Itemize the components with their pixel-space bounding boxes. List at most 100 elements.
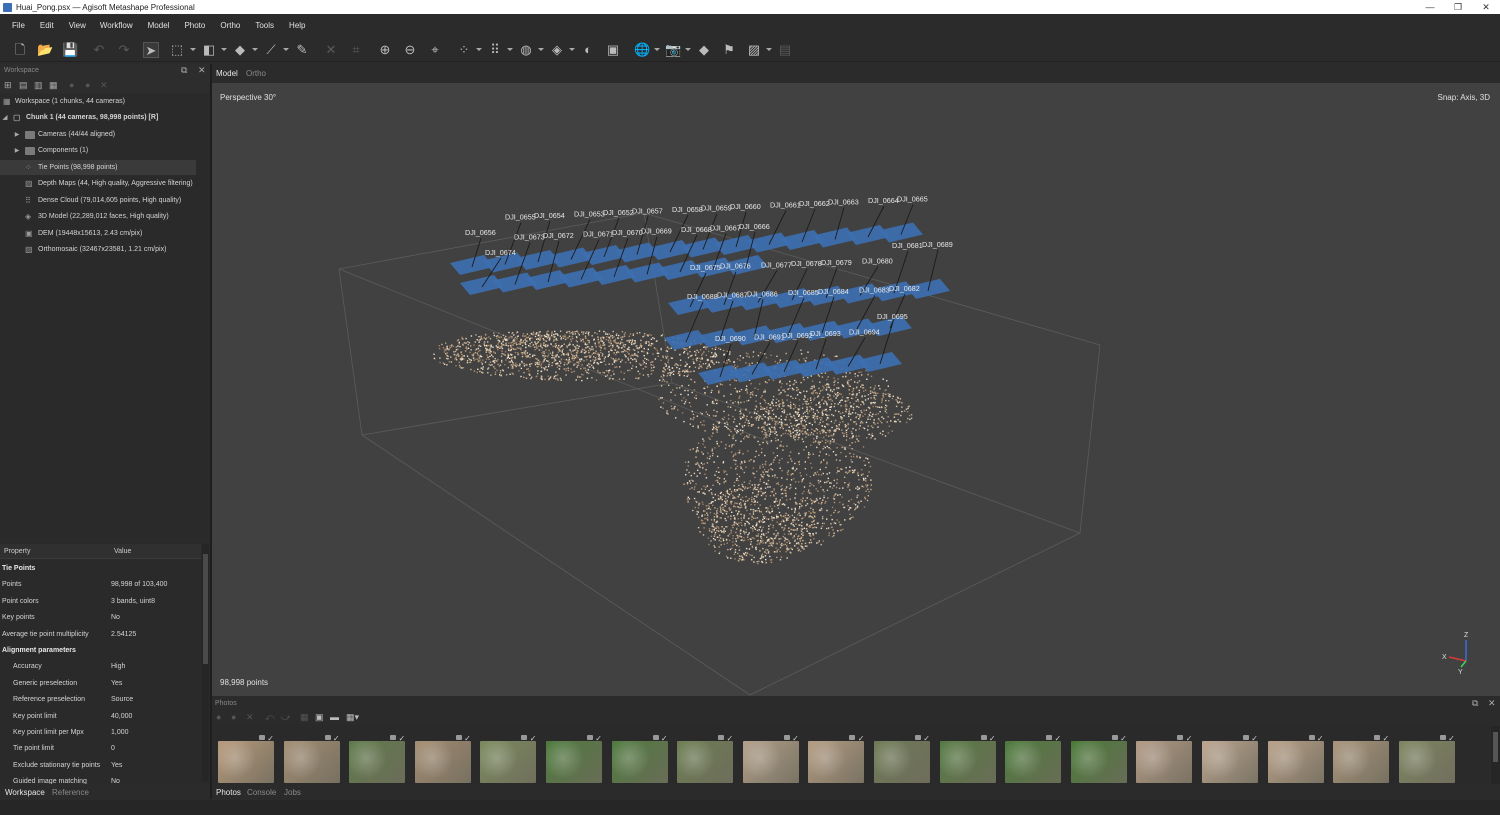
3d-scene[interactable]: DJI_0656DJI_0655DJI_0654 DJI_0653DJI_0652… — [212, 83, 1500, 696]
remove-items-icon[interactable]: ▦ — [49, 80, 58, 91]
photo-thumbnail[interactable]: ✓ — [874, 726, 930, 784]
model-viewport[interactable]: DJI_0656 DJI_0655 DJI_0654 DJI_0653 DJI_0652… — [212, 83, 1500, 696]
tree-item-depth-maps[interactable]: ▨ Depth Maps (44, High quality, Aggressi… — [0, 176, 196, 191]
model-view-icon[interactable]: ◍ — [518, 42, 534, 58]
menu-model[interactable]: Model — [148, 21, 170, 30]
tie-points-view-icon[interactable]: ⁘ — [456, 42, 472, 58]
undock-icon[interactable]: ⧉ — [1472, 698, 1478, 709]
photo-thumbnail[interactable]: ✓ — [1202, 726, 1258, 784]
globe-icon[interactable]: 🌐 — [634, 42, 650, 58]
tree-item-chunk[interactable]: ◢ ▢ Chunk 1 (44 cameras, 98,998 points) … — [0, 110, 196, 125]
remove-cameras-icon[interactable]: ✕ — [246, 712, 254, 723]
collapsed-arrow-icon[interactable]: ▶ — [13, 131, 21, 138]
menu-tools[interactable]: Tools — [255, 21, 274, 30]
photo-thumbnail[interactable]: ✓ — [414, 726, 471, 784]
photo-thumbnail[interactable]: ✓ — [1005, 726, 1062, 784]
menu-edit[interactable]: Edit — [40, 21, 54, 30]
menu-photo[interactable]: Photo — [184, 21, 205, 30]
photo-thumbnail[interactable]: ✓ — [1070, 726, 1127, 784]
rotate-object-icon[interactable]: ◆ — [232, 42, 248, 58]
photo-thumbnail[interactable]: ✓ — [218, 726, 274, 784]
tab-console[interactable]: Console — [247, 788, 276, 797]
add-photos-icon[interactable]: ▤ — [19, 80, 28, 91]
ruler-icon[interactable]: ✎ — [294, 42, 310, 58]
photo-thumbnail[interactable]: ✓ — [1398, 726, 1455, 784]
expanded-arrow-icon[interactable]: ◢ — [1, 114, 9, 121]
property-row[interactable]: Alignment parameters — [0, 643, 201, 659]
tree-item-components[interactable]: ▶ Components (1) — [0, 143, 196, 158]
photo-thumbnail[interactable]: ✓ — [546, 726, 602, 784]
orthomosaic-view-icon[interactable]: ▣ — [605, 42, 621, 58]
chevron-down-icon[interactable] — [654, 48, 660, 51]
value-column-header[interactable]: Value — [114, 548, 131, 555]
property-column-header[interactable]: Property — [4, 548, 30, 555]
markers-flag-icon[interactable]: ⚑ — [721, 42, 737, 58]
resize-region-icon[interactable]: ◧ — [201, 42, 217, 58]
open-folder-icon[interactable]: 📂 — [37, 42, 53, 58]
photo-thumbnail[interactable]: ✓ — [939, 726, 996, 784]
save-icon[interactable]: 💾 — [62, 42, 78, 58]
chevron-down-icon[interactable] — [538, 48, 544, 51]
tree-item-workspace[interactable]: ▦ Workspace (1 chunks, 44 cameras) — [0, 94, 196, 109]
reset-filter-icon[interactable]: ▦ — [300, 712, 309, 723]
property-row[interactable]: Key point limit per Mpx 1,000 — [0, 725, 201, 741]
close-button[interactable]: ✕ — [1472, 0, 1500, 14]
property-row[interactable]: Tie Points — [0, 561, 201, 577]
photo-thumbnail[interactable]: ✓ — [1136, 726, 1193, 784]
disable-cameras-icon[interactable]: ● — [231, 712, 236, 722]
tab-workspace[interactable]: Workspace — [5, 788, 45, 797]
tree-item-orthomosaic[interactable]: ▧ Orthomosaic (32467x23581, 1.21 cm/pix) — [0, 242, 196, 257]
menu-file[interactable]: File — [12, 21, 25, 30]
draw-polyline-icon[interactable]: ⟋ — [263, 42, 279, 58]
remove-icon[interactable]: ✕ — [100, 80, 108, 91]
property-row[interactable]: Reference preselection Source — [0, 692, 201, 708]
rotate-right-icon[interactable]: ⤻ — [281, 712, 291, 723]
photo-thumbnail[interactable]: ✓ — [349, 726, 406, 784]
menu-ortho[interactable]: Ortho — [220, 21, 240, 30]
dense-cloud-view-icon[interactable]: ⠿ — [487, 42, 503, 58]
chevron-down-icon[interactable] — [476, 48, 482, 51]
delete-selection-icon[interactable]: ✕ — [323, 42, 339, 58]
photos-strip[interactable]: ✓ ✓ ✓ ✓ ✓ ✓ ✓ ✓ ✓ ✓ ✓ ✓ ✓ ✓ ✓ ✓ ✓ ✓ ✓ — [212, 726, 1490, 784]
tab-model[interactable]: Model — [216, 69, 238, 78]
add-folder-icon[interactable]: ▥ — [34, 80, 43, 91]
reset-view-icon[interactable]: ⌖ — [427, 42, 443, 58]
tiled-model-icon[interactable]: ◈ — [549, 42, 565, 58]
photo-thumbnail[interactable]: ✓ — [808, 726, 865, 784]
photo-thumbnail[interactable]: ✓ — [283, 726, 340, 784]
new-document-icon[interactable]: 🗋 — [12, 42, 28, 58]
menu-help[interactable]: Help — [289, 21, 305, 30]
chevron-down-icon[interactable] — [252, 48, 258, 51]
property-row[interactable]: Exclude stationary tie points Yes — [0, 758, 201, 774]
tree-item-tie-points[interactable]: ⁘ Tie Points (98,998 points) — [0, 160, 196, 175]
view-mode-icon[interactable]: ▦▾ — [346, 712, 359, 723]
show-aligned-cameras-icon[interactable]: ◆ — [696, 42, 712, 58]
property-row[interactable]: Points 98,998 of 103,400 — [0, 577, 201, 593]
tree-item-cameras[interactable]: ▶ Cameras (44/44 aligned) — [0, 127, 196, 142]
tab-reference[interactable]: Reference — [52, 788, 89, 797]
close-panel-icon[interactable]: ✕ — [198, 65, 206, 76]
navigation-arrow-icon[interactable]: ➤ — [143, 42, 159, 58]
camera-icon[interactable]: 📷 — [665, 42, 681, 58]
photo-thumbnail[interactable]: ✓ — [742, 726, 799, 784]
undock-icon[interactable]: ⧉ — [181, 65, 187, 76]
enable-icon[interactable]: ● — [69, 80, 74, 90]
menu-view[interactable]: View — [69, 21, 86, 30]
property-row[interactable]: Average tie point multiplicity 2.54125 — [0, 627, 201, 643]
photo-thumbnail[interactable]: ✓ — [1333, 726, 1390, 784]
add-chunk-icon[interactable]: ⊞ — [4, 80, 12, 91]
chevron-down-icon[interactable] — [507, 48, 513, 51]
photo-thumbnail[interactable]: ✓ — [1267, 726, 1324, 784]
zoom-out-icon[interactable]: ⊖ — [402, 42, 418, 58]
collapsed-arrow-icon[interactable]: ▶ — [13, 147, 21, 154]
photo-thumbnail[interactable]: ✓ — [677, 726, 734, 784]
close-panel-icon[interactable]: ✕ — [1488, 698, 1496, 709]
undo-icon[interactable]: ↶ — [91, 42, 107, 58]
zoom-in-icon[interactable]: ⊕ — [377, 42, 393, 58]
property-row[interactable]: Accuracy High — [0, 659, 201, 675]
chevron-down-icon[interactable] — [190, 48, 196, 51]
photos-scrollbar[interactable] — [1491, 726, 1500, 784]
chevron-down-icon[interactable] — [221, 48, 227, 51]
property-row[interactable]: Point colors 3 bands, uint8 — [0, 594, 201, 610]
tab-photos[interactable]: Photos — [216, 788, 241, 797]
